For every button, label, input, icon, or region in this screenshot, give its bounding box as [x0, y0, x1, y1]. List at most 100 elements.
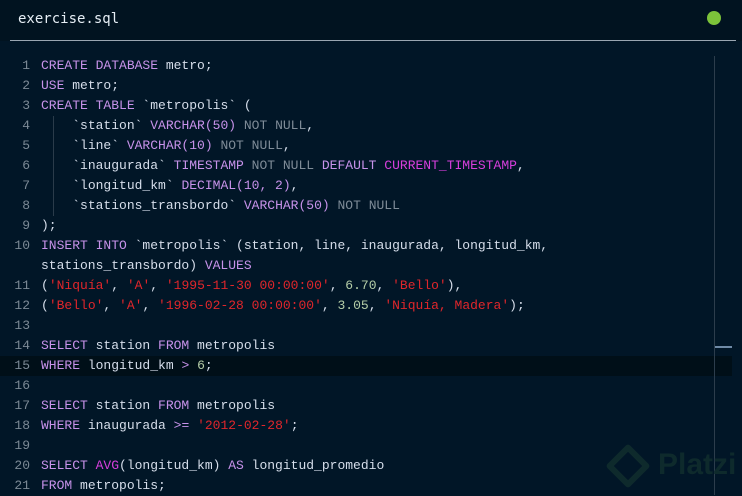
code-line[interactable]: 15 WHERE longitud_km > 6; — [0, 356, 732, 376]
code-token: VARCHAR(50) — [243, 198, 330, 213]
code-token: ), — [446, 278, 463, 293]
line-code: SELECT station FROM metropolis — [41, 336, 275, 356]
code-token: 'Niquía, Madera' — [384, 298, 510, 313]
code-editor[interactable]: 1 CREATE DATABASE metro; 2 USE metro; 3 CREAT… — [0, 56, 742, 496]
code-line[interactable]: 6 `inaugurada` TIMESTAMP NOT NULL DEFAUL… — [0, 156, 742, 176]
code-token: CURRENT_TIMESTAMP — [384, 158, 517, 173]
line-code: `longitud_km` DECIMAL(10, 2), — [41, 176, 298, 196]
code-token: 3.05 — [337, 298, 369, 313]
code-token: , — [368, 298, 385, 313]
line-number: 4 — [22, 118, 30, 133]
code-token: metropolis — [189, 338, 276, 353]
line-code: SELECT AVG(longitud_km) AS longitud_prom… — [41, 456, 384, 476]
line-number: 18 — [14, 418, 30, 433]
code-token: WHERE — [41, 358, 81, 373]
code-line[interactable]: 3 CREATE TABLE `metropolis` ( — [0, 96, 742, 116]
line-code: WHERE inaugurada >= '2012-02-28'; — [41, 416, 299, 436]
code-line[interactable]: 12 ('Bello', 'A', '1996-02-28 00:00:00', … — [0, 296, 742, 316]
line-code: `stations_transbordo` VARCHAR(50) NOT NU… — [41, 196, 400, 216]
line-code: ('Bello', 'A', '1996-02-28 00:00:00', 3.… — [41, 296, 525, 316]
code-token: '2012-02-28' — [197, 418, 291, 433]
code-token: ; — [290, 418, 299, 433]
line-code: WHERE longitud_km > 6; — [41, 356, 213, 376]
code-token: station — [87, 338, 159, 353]
scrollbar-track[interactable] — [714, 56, 715, 495]
code-token: longitud_km — [80, 358, 182, 373]
code-line[interactable]: 13 — [0, 316, 742, 336]
code-token: INSERT INTO — [41, 238, 127, 253]
line-code: stations_transbordo) VALUES — [41, 256, 252, 276]
code-token: 'Bello' — [48, 298, 104, 313]
watermark-text: Platzi — [658, 448, 737, 481]
code-token: SELECT — [41, 338, 88, 353]
code-token: `metropolis` ( — [134, 98, 252, 113]
code-token: 'A' — [126, 278, 151, 293]
code-token: metropolis — [189, 398, 276, 413]
code-line[interactable]: 14 SELECT station FROM metropolis — [0, 336, 742, 356]
code-token: , — [142, 298, 159, 313]
line-code: CREATE DATABASE metro; — [41, 56, 213, 76]
code-token: , — [103, 298, 120, 313]
code-token: NOT NULL — [243, 158, 322, 173]
code-token: VARCHAR(10) — [126, 138, 213, 153]
platzi-watermark-logo: Platzi — [605, 443, 737, 489]
scrollbar-marker — [715, 346, 732, 348]
code-token: `metropolis` (station, line, inaugurada,… — [126, 238, 549, 253]
code-token: metro; — [158, 58, 213, 73]
line-code: ('Niquía', 'A', '1995-11-30 00:00:00', 6… — [41, 276, 462, 296]
code-line[interactable]: 17 SELECT station FROM metropolis — [0, 396, 742, 416]
code-token: AVG — [95, 458, 120, 473]
code-line[interactable]: 2 USE metro; — [0, 76, 742, 96]
code-line[interactable]: 5 `line` VARCHAR(10) NOT NULL, — [0, 136, 742, 156]
line-number: 8 — [22, 198, 30, 213]
editor-header: exercise.sql — [0, 0, 742, 41]
code-token: DEFAULT — [321, 158, 385, 173]
code-token: longitud_promedio — [243, 458, 385, 473]
code-token: ; — [204, 358, 213, 373]
code-line[interactable]: 4 `station` VARCHAR(50) NOT NULL, — [0, 116, 742, 136]
code-token: CREATE DATABASE — [41, 58, 159, 73]
line-number: 5 — [22, 138, 30, 153]
code-token: CREATE TABLE — [41, 98, 135, 113]
code-line[interactable]: 9); — [0, 216, 742, 236]
code-line[interactable]: 1 CREATE DATABASE metro; — [0, 56, 742, 76]
code-token: 6.70 — [345, 278, 377, 293]
code-token: , — [306, 118, 315, 133]
code-token: NOT NULL — [329, 198, 400, 213]
code-token: , — [111, 278, 127, 293]
code-token: WHERE — [41, 418, 81, 433]
code-token: FROM — [41, 478, 73, 493]
line-number: 11 — [14, 278, 30, 293]
code-token: station — [87, 398, 159, 413]
code-token: NOT NULL — [212, 138, 283, 153]
status-dot-icon — [707, 11, 721, 25]
code-token: , — [150, 278, 166, 293]
code-token: , — [516, 158, 525, 173]
code-token: >= — [173, 418, 190, 433]
line-number: 12 — [14, 298, 30, 313]
code-line[interactable]: 11 ('Niquía', 'A', '1995-11-30 00:00:00',… — [0, 276, 742, 296]
code-token: ( — [41, 278, 49, 293]
line-number: 16 — [14, 378, 30, 393]
code-token: DECIMAL(10, 2) — [181, 178, 291, 193]
code-token: 6 — [197, 358, 205, 373]
line-code: SELECT station FROM metropolis — [41, 396, 275, 416]
code-token: FROM — [158, 398, 190, 413]
code-token: 'Bello' — [392, 278, 447, 293]
code-token: VARCHAR(50) — [150, 118, 237, 133]
code-line[interactable]: 16 — [0, 376, 742, 396]
code-token: '1995-11-30 00:00:00' — [165, 278, 330, 293]
code-line[interactable]: 7 `longitud_km` DECIMAL(10, 2), — [0, 176, 742, 196]
code-token: SELECT — [41, 398, 88, 413]
line-number: 6 — [22, 158, 30, 173]
code-token: USE — [41, 78, 65, 93]
line-number: 10 — [14, 238, 30, 253]
code-line[interactable]: 18 WHERE inaugurada >= '2012-02-28'; — [0, 416, 742, 436]
code-line[interactable]: 8 `stations_transbordo` VARCHAR(50) NOT … — [0, 196, 742, 216]
code-line[interactable]: stations_transbordo) VALUES — [0, 256, 742, 276]
code-line[interactable]: 10 INSERT INTO `metropolis` (station, lin… — [0, 236, 742, 256]
code-token: `inaugurada` — [72, 158, 174, 173]
code-token: NOT NULL — [236, 118, 307, 133]
code-token: metro; — [64, 78, 120, 93]
